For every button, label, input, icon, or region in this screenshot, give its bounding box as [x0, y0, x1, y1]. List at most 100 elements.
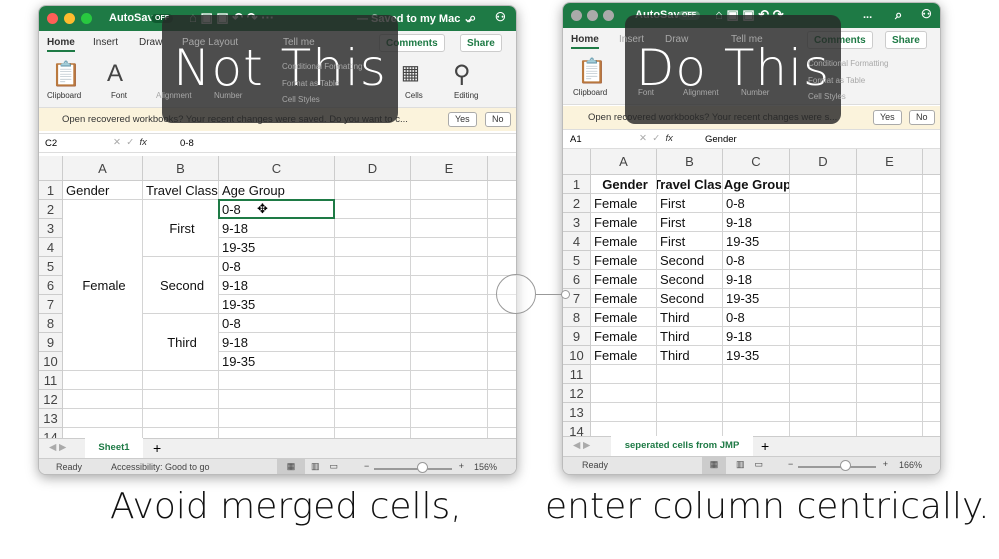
empty-cell[interactable]: [335, 314, 411, 333]
cell[interactable]: First: [657, 213, 723, 232]
row-header[interactable]: 12: [39, 390, 63, 409]
empty-cell[interactable]: [857, 403, 923, 422]
zoom-level[interactable]: 166%: [899, 460, 922, 470]
row-header[interactable]: 9: [39, 333, 63, 352]
empty-cell[interactable]: [923, 327, 940, 346]
minimize-button[interactable]: [64, 13, 75, 24]
empty-cell[interactable]: [488, 181, 516, 200]
tab-draw[interactable]: Draw: [139, 37, 162, 48]
empty-cell[interactable]: [790, 308, 857, 327]
row-header[interactable]: 14: [563, 422, 591, 436]
empty-cell[interactable]: [411, 295, 488, 314]
maximize-button[interactable]: [603, 10, 614, 21]
cell[interactable]: Female: [591, 327, 657, 346]
cell[interactable]: 9-18: [723, 327, 790, 346]
empty-cell[interactable]: [488, 219, 516, 238]
spreadsheet-grid[interactable]: ABCDE1234567891011121314GenderTravel Cla…: [39, 156, 516, 438]
cell[interactable]: 9-18: [219, 219, 335, 238]
empty-cell[interactable]: [143, 409, 219, 428]
share-people-icon[interactable]: ⚇: [921, 7, 932, 21]
editing-button[interactable]: Editing: [454, 91, 478, 100]
row-header[interactable]: 1: [563, 175, 591, 194]
empty-cell[interactable]: [923, 422, 940, 436]
cell[interactable]: Second: [657, 289, 723, 308]
zoom-slider[interactable]: − +: [788, 459, 888, 473]
row-header[interactable]: 4: [563, 232, 591, 251]
empty-cell[interactable]: [335, 295, 411, 314]
cell[interactable]: First: [657, 194, 723, 213]
row-header[interactable]: 8: [39, 314, 63, 333]
empty-cell[interactable]: [488, 238, 516, 257]
cell[interactable]: Female: [591, 346, 657, 365]
cell[interactable]: 0-8: [723, 308, 790, 327]
no-button[interactable]: No: [485, 112, 511, 127]
empty-cell[interactable]: [411, 181, 488, 200]
clipboard-button[interactable]: Clipboard: [47, 91, 81, 100]
empty-cell[interactable]: [923, 289, 940, 308]
empty-cell[interactable]: [591, 365, 657, 384]
empty-cell[interactable]: [335, 238, 411, 257]
empty-cell[interactable]: [335, 409, 411, 428]
empty-cell[interactable]: [63, 409, 143, 428]
empty-cell[interactable]: [411, 333, 488, 352]
empty-cell[interactable]: [790, 175, 857, 194]
yes-button[interactable]: Yes: [873, 110, 902, 125]
tab-draw[interactable]: Draw: [665, 34, 688, 45]
page-layout-view[interactable]: ▥ ▭: [736, 459, 763, 470]
row-header[interactable]: 7: [39, 295, 63, 314]
normal-view-button[interactable]: ▦: [277, 459, 305, 474]
cell-styles-button[interactable]: Cell Styles: [282, 95, 320, 104]
empty-cell[interactable]: [488, 200, 516, 219]
cell[interactable]: Female: [591, 194, 657, 213]
empty-cell[interactable]: [488, 428, 516, 438]
cell[interactable]: 19-35: [219, 295, 335, 314]
empty-cell[interactable]: [790, 289, 857, 308]
tell-me[interactable]: Tell me: [283, 37, 315, 48]
add-sheet-button[interactable]: +: [153, 440, 161, 456]
cell[interactable]: 9-18: [723, 213, 790, 232]
empty-cell[interactable]: [63, 428, 143, 438]
cell[interactable]: 19-35: [723, 289, 790, 308]
empty-cell[interactable]: [857, 175, 923, 194]
column-header[interactable]: [923, 149, 940, 175]
empty-cell[interactable]: [857, 194, 923, 213]
cell[interactable]: Third: [657, 308, 723, 327]
column-header[interactable]: C: [219, 156, 335, 181]
empty-cell[interactable]: [411, 314, 488, 333]
empty-cell[interactable]: [857, 308, 923, 327]
row-header[interactable]: 9: [563, 327, 591, 346]
empty-cell[interactable]: [657, 384, 723, 403]
maximize-button[interactable]: [81, 13, 92, 24]
cell[interactable]: Female: [591, 270, 657, 289]
empty-cell[interactable]: [923, 365, 940, 384]
merged-gender-cell[interactable]: Female: [63, 200, 143, 371]
empty-cell[interactable]: [411, 276, 488, 295]
format-as-table-button[interactable]: Format as Table: [808, 76, 865, 85]
column-header[interactable]: D: [335, 156, 411, 181]
empty-cell[interactable]: [335, 333, 411, 352]
empty-cell[interactable]: [411, 428, 488, 438]
empty-cell[interactable]: [857, 213, 923, 232]
empty-cell[interactable]: [488, 390, 516, 409]
empty-cell[interactable]: [857, 289, 923, 308]
cell[interactable]: 19-35: [219, 352, 335, 371]
cell[interactable]: Female: [591, 213, 657, 232]
column-header[interactable]: E: [857, 149, 923, 175]
row-header[interactable]: 13: [39, 409, 63, 428]
tab-insert[interactable]: Insert: [93, 37, 118, 48]
row-header[interactable]: 12: [563, 384, 591, 403]
row-header[interactable]: 1: [39, 181, 63, 200]
empty-cell[interactable]: [657, 403, 723, 422]
sheet-tab-seperated-cells[interactable]: seperated cells from JMP: [611, 436, 753, 456]
cell[interactable]: Age Group: [219, 181, 335, 200]
empty-cell[interactable]: [923, 403, 940, 422]
cell[interactable]: 0-8: [723, 251, 790, 270]
row-header[interactable]: 14: [39, 428, 63, 438]
no-button[interactable]: No: [909, 110, 935, 125]
empty-cell[interactable]: [923, 251, 940, 270]
empty-cell[interactable]: [411, 409, 488, 428]
sheet-nav-arrows[interactable]: ◀ ▶: [573, 440, 590, 451]
empty-cell[interactable]: [790, 346, 857, 365]
empty-cell[interactable]: [857, 327, 923, 346]
cell[interactable]: Second: [657, 251, 723, 270]
